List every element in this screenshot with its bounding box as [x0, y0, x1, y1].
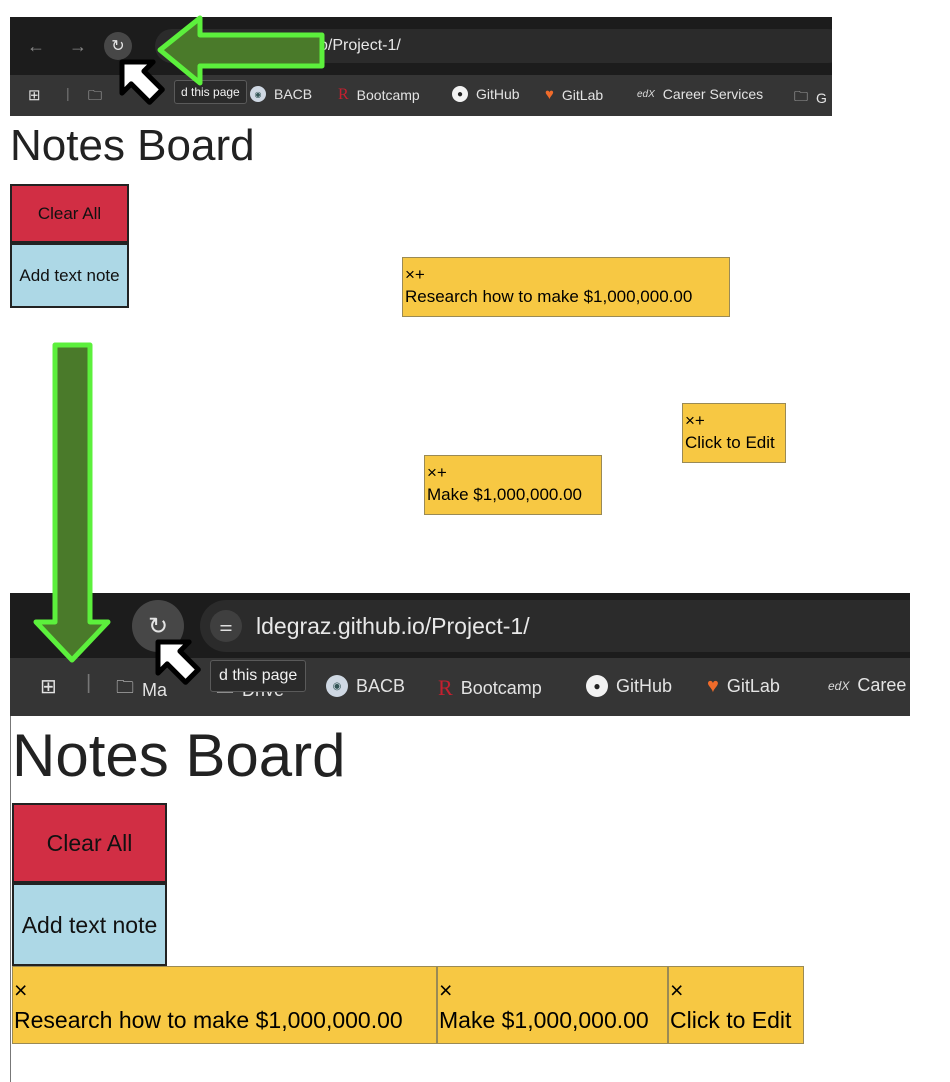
mouse-cursor-icon [155, 639, 201, 685]
green-down-arrow-icon [33, 342, 111, 663]
mouse-cursor-icon [119, 59, 165, 105]
annotation-overlay [33, 15, 325, 685]
green-left-arrow-icon [157, 15, 325, 86]
